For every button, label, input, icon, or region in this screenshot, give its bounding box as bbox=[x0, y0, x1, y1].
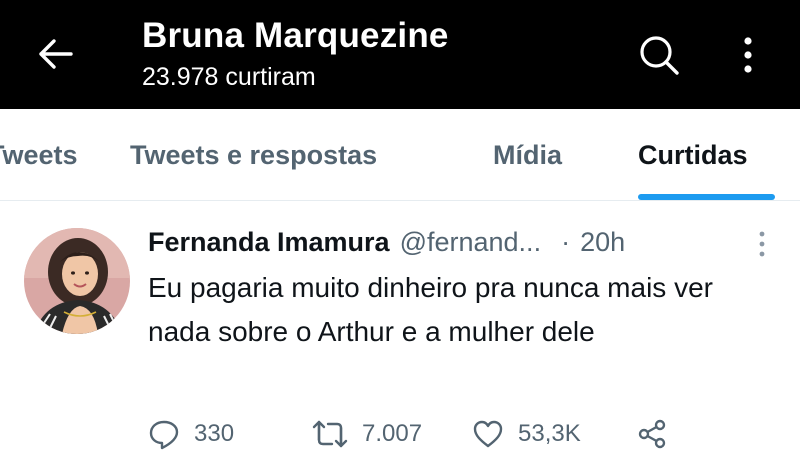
retweet-button[interactable]: 7.007 bbox=[312, 416, 422, 452]
profile-name: Bruna Marquezine bbox=[142, 16, 449, 55]
tab-likes[interactable]: Curtidas bbox=[638, 109, 748, 200]
back-button[interactable] bbox=[30, 34, 80, 74]
tweet-menu-button[interactable] bbox=[752, 228, 772, 260]
author-name[interactable]: Fernanda Imamura bbox=[148, 227, 390, 258]
reply-button[interactable]: 330 bbox=[148, 416, 234, 452]
search-icon bbox=[640, 36, 679, 75]
like-count: 53,3K bbox=[518, 420, 581, 447]
retweet-count: 7.007 bbox=[362, 420, 423, 447]
header-title-block: Bruna Marquezine 23.978 curtiram bbox=[142, 14, 449, 92]
tab-tweets[interactable]: Tweets bbox=[0, 109, 78, 200]
tweet[interactable]: Fernanda Imamura @fernand... · 20h Eu pa… bbox=[0, 202, 800, 469]
retweet-icon bbox=[312, 420, 348, 448]
more-options-button[interactable] bbox=[728, 30, 768, 80]
more-vertical-icon bbox=[744, 37, 752, 73]
author-handle[interactable]: @fernand... bbox=[400, 227, 542, 258]
reply-icon bbox=[149, 420, 179, 450]
separator-dot: · bbox=[561, 226, 571, 257]
search-button[interactable] bbox=[634, 30, 684, 80]
share-button[interactable] bbox=[636, 416, 682, 452]
tweet-header: Fernanda Imamura @fernand... · 20h bbox=[148, 222, 778, 262]
like-button[interactable]: 53,3K bbox=[472, 416, 581, 452]
tweet-time[interactable]: 20h bbox=[580, 227, 625, 258]
active-tab-indicator bbox=[638, 194, 775, 200]
profile-header: Bruna Marquezine 23.978 curtiram bbox=[0, 0, 800, 109]
arrow-left-icon bbox=[39, 39, 73, 69]
tweet-text: Eu pagaria muito dinheiro pra nunca mais… bbox=[148, 272, 713, 347]
avatar[interactable] bbox=[24, 228, 130, 334]
heart-icon bbox=[473, 420, 503, 448]
more-vertical-icon bbox=[759, 231, 765, 257]
share-icon bbox=[638, 419, 666, 449]
tweet-actions: 330 7.007 53,3K bbox=[148, 416, 748, 452]
profile-tabs: Tweets Tweets e respostas Mídia Curtidas bbox=[0, 109, 800, 201]
tab-media[interactable]: Mídia bbox=[493, 109, 562, 200]
likes-count: 23.978 curtiram bbox=[142, 63, 316, 91]
reply-count: 330 bbox=[194, 420, 235, 447]
tab-tweets-and-replies[interactable]: Tweets e respostas bbox=[130, 109, 377, 200]
